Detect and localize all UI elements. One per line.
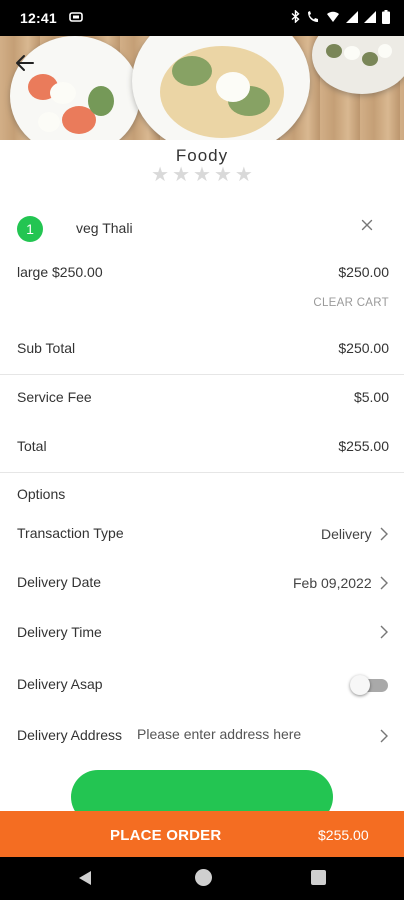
options-heading: Options [17,486,66,502]
total-row: Total $255.00 [17,438,389,454]
subtotal-value: $250.00 [338,340,389,356]
total-label: Total [17,438,47,454]
star-icon: ★ [151,164,170,186]
delivery-asap-label: Delivery Asap [17,676,103,692]
place-order-label: PLACE ORDER [110,827,222,844]
subtotal-label: Sub Total [17,340,76,356]
chevron-right-icon[interactable] [380,527,390,541]
star-icon: ★ [213,164,232,186]
status-icons [291,9,390,27]
close-icon[interactable] [358,218,376,236]
service-fee-value: $5.00 [353,389,389,405]
bluetooth-icon [291,9,300,26]
quantity-badge: 1 [17,216,43,242]
cart-item: 1 veg Thali [0,212,404,244]
delivery-address-label: Delivery Address [17,727,123,743]
rating-stars: ★ ★ ★ ★ ★ [0,164,404,186]
app-notification-icon [69,11,83,25]
signal-icon [364,10,376,26]
divider [0,472,404,473]
clear-cart-row: CLEAR CART [17,297,389,309]
store-name: Foody [175,146,229,165]
wifi-calling-icon [306,10,320,26]
battery-icon [382,9,390,27]
chevron-right-icon[interactable] [380,576,390,590]
toggle-knob [350,675,370,695]
status-time: 12:41 [20,10,57,26]
chevron-right-icon[interactable] [380,729,390,743]
item-name: veg Thali [76,220,133,236]
divider [0,374,404,375]
place-order-button[interactable]: PLACE ORDER $255.00 [0,811,404,857]
delivery-address-input[interactable]: Please enter address here [137,726,301,742]
status-bar: 12:41 [0,0,404,36]
item-variant: large $250.00 [17,264,103,280]
delivery-time-label[interactable]: Delivery Time [17,624,102,640]
restaurant-hero-image [0,36,404,140]
delivery-date-label[interactable]: Delivery Date [17,574,101,590]
data-icon [326,10,340,26]
star-icon: ★ [234,164,253,186]
subtotal-row: Sub Total $250.00 [17,340,389,356]
chevron-right-icon[interactable] [380,625,390,639]
star-icon: ★ [193,164,211,186]
signal-icon [346,10,358,26]
transaction-type-label[interactable]: Transaction Type [17,525,124,541]
nav-back-icon[interactable] [77,870,93,886]
delivery-date-value[interactable]: Feb 09,2022 [293,575,372,591]
back-arrow-icon[interactable] [14,52,40,78]
system-navigation-bar [0,857,404,900]
place-order-amount: $255.00 [318,827,369,843]
clear-cart-button[interactable]: CLEAR CART [313,297,389,309]
item-variant-row: large $250.00 $250.00 [17,264,389,280]
total-value: $255.00 [338,438,389,454]
service-fee-label: Service Fee [17,389,92,405]
service-fee-row: Service Fee $5.00 [17,389,389,405]
nav-home-icon[interactable] [195,869,212,886]
transaction-type-value[interactable]: Delivery [321,526,372,542]
item-price: $250.00 [338,264,389,280]
delivery-asap-toggle[interactable] [350,675,390,695]
star-icon: ★ [172,164,191,186]
nav-recents-icon[interactable] [311,870,326,885]
